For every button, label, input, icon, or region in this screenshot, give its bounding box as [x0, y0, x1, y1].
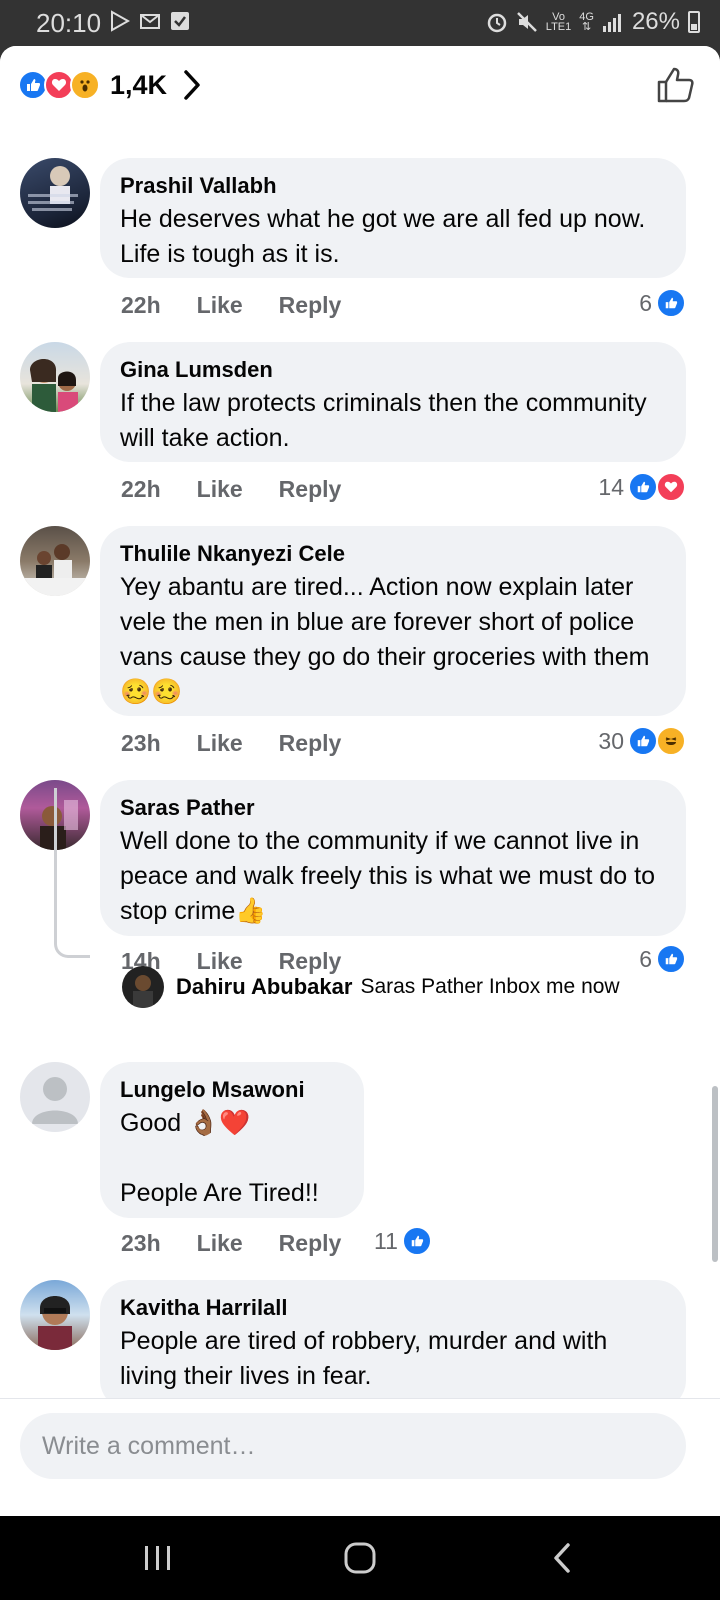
- like-action[interactable]: Like: [197, 292, 243, 319]
- like-icon: [656, 944, 686, 974]
- status-bar: 20:10 Vo LTE1 4G ⇅ 26%: [0, 0, 720, 46]
- signal-icon: [602, 14, 621, 32]
- haha-icon: [656, 726, 686, 756]
- like-icon: [628, 472, 658, 502]
- alarm-icon: [487, 13, 507, 33]
- comment-reactions[interactable]: 6: [639, 288, 686, 318]
- scrollbar[interactable]: [712, 1086, 718, 1262]
- reply-action[interactable]: Reply: [279, 1230, 342, 1257]
- reply-preview[interactable]: Dahiru Abubakar Saras Pather Inbox me no…: [122, 966, 620, 1008]
- default-avatar-icon: [32, 1077, 78, 1124]
- like-icon: [656, 288, 686, 318]
- avatar[interactable]: [20, 342, 90, 412]
- reactions-bar[interactable]: 1,4K: [0, 46, 720, 124]
- profile-photo-icon: [28, 166, 78, 211]
- comment-reactions[interactable]: 14: [598, 472, 686, 502]
- reaction-count: 6: [639, 945, 652, 972]
- back-button[interactable]: [532, 1534, 592, 1582]
- like-icon: [628, 726, 658, 756]
- comment-time[interactable]: 23h: [121, 1230, 161, 1257]
- network-sub-label: LTE1: [545, 21, 572, 33]
- comment-reactions[interactable]: 30: [598, 726, 686, 756]
- comment-actions: 22h Like Reply: [121, 476, 341, 503]
- chevron-right-icon[interactable]: [182, 68, 204, 102]
- mute-icon: [516, 12, 537, 32]
- comment-author[interactable]: Lungelo Msawoni: [120, 1074, 344, 1106]
- comment-author[interactable]: Thulile Nkanyezi Cele: [120, 538, 666, 570]
- comment-text: If the law protects criminals then the c…: [120, 389, 647, 452]
- comment-bubble[interactable]: Gina Lumsden If the law protects crimina…: [100, 342, 686, 462]
- avatar[interactable]: [20, 1280, 90, 1350]
- reaction-count: 11: [374, 1227, 398, 1254]
- recent-apps-button[interactable]: [128, 1534, 188, 1582]
- system-navigation-bar: [0, 1516, 720, 1600]
- recent-apps-icon: [145, 1546, 170, 1570]
- comment-time[interactable]: 23h: [121, 730, 161, 757]
- comment-author[interactable]: Prashil Vallabh: [120, 170, 666, 202]
- comment-actions: 23h Like Reply: [121, 730, 341, 757]
- data-type: 4G ⇅: [579, 11, 594, 33]
- thread-connector: [54, 788, 90, 958]
- comment-actions: 22h Like Reply: [121, 292, 341, 319]
- comment-text: He deserves what he got we are all fed u…: [120, 205, 646, 268]
- play-store-icon: [111, 10, 130, 32]
- reply-text: Saras Pather Inbox me now: [360, 975, 620, 998]
- back-icon: [554, 1543, 570, 1573]
- battery-icon: [688, 11, 700, 33]
- avatar[interactable]: [122, 966, 164, 1008]
- love-icon: [656, 472, 686, 502]
- profile-photo-icon: [20, 544, 90, 596]
- comment-bubble[interactable]: Saras Pather Well done to the community …: [100, 780, 686, 936]
- like-action[interactable]: Like: [197, 476, 243, 503]
- profile-photo-icon: [38, 1296, 72, 1350]
- comment-bubble[interactable]: Prashil Vallabh He deserves what he got …: [100, 158, 686, 278]
- avatar[interactable]: [20, 158, 90, 228]
- comment-actions: 23h Like Reply: [121, 1230, 341, 1257]
- avatar[interactable]: [20, 1062, 90, 1132]
- reaction-count: 1,4K: [110, 70, 168, 100]
- reply-action[interactable]: Reply: [279, 730, 342, 757]
- comment-time[interactable]: 22h: [121, 292, 161, 319]
- reply-author[interactable]: Dahiru Abubakar: [176, 974, 352, 1000]
- comment-time[interactable]: 22h: [121, 476, 161, 503]
- comment-author[interactable]: Kavitha Harrilall: [120, 1292, 666, 1324]
- comment-reactions[interactable]: 6: [639, 944, 686, 974]
- wow-icon: [70, 70, 100, 100]
- reply-action[interactable]: Reply: [279, 292, 342, 319]
- comment-text: Yey abantu are tired... Action now expla…: [120, 573, 650, 706]
- comments-sheet: 1,4K Prashil Vallabh He deserves what he…: [0, 46, 720, 1516]
- like-action[interactable]: Like: [197, 1230, 243, 1257]
- profile-photo-icon: [30, 359, 78, 412]
- reply-action[interactable]: Reply: [279, 476, 342, 503]
- mail-off-icon: [140, 14, 160, 29]
- comment-bubble[interactable]: Kavitha Harrilall People are tired of ro…: [100, 1280, 686, 1410]
- like-button-icon[interactable]: [656, 66, 696, 104]
- comment-text: People are tired of robbery, murder and …: [120, 1327, 608, 1390]
- reaction-count: 14: [598, 473, 624, 500]
- profile-photo-icon: [133, 975, 153, 1008]
- comment-reactions[interactable]: 11: [374, 1226, 432, 1256]
- comment-author[interactable]: Saras Pather: [120, 792, 666, 824]
- home-button[interactable]: [330, 1534, 390, 1582]
- home-icon: [344, 1542, 376, 1574]
- comment-bubble[interactable]: Lungelo Msawoni Good 👌🏾❤️ People Are Tir…: [100, 1062, 364, 1218]
- comment-composer: [0, 1398, 720, 1516]
- avatar[interactable]: [20, 526, 90, 596]
- checkbox-icon: [171, 12, 189, 30]
- comment-author[interactable]: Gina Lumsden: [120, 354, 666, 386]
- reaction-count: 6: [639, 289, 652, 316]
- like-icon: [401, 1226, 432, 1256]
- like-action[interactable]: Like: [197, 730, 243, 757]
- reaction-count: 30: [598, 727, 624, 754]
- comment-input[interactable]: [20, 1413, 686, 1479]
- status-time: 20:10: [36, 8, 102, 38]
- battery-percent: 26%: [631, 8, 680, 35]
- comment-bubble[interactable]: Thulile Nkanyezi Cele Yey abantu are tir…: [100, 526, 686, 716]
- comment-text: Good 👌🏾❤️ People Are Tired!!: [120, 1109, 319, 1207]
- comment-text: Well done to the community if we cannot …: [120, 827, 655, 925]
